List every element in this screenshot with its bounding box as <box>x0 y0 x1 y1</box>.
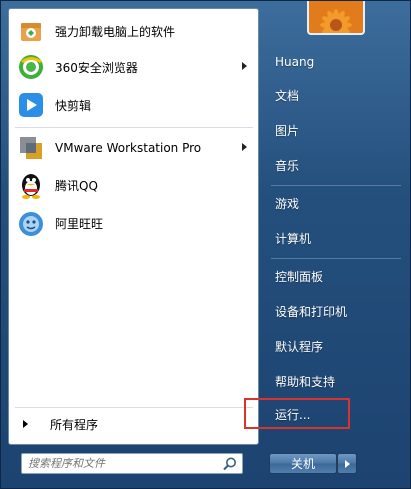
program-label: 360安全浏览器 <box>55 60 138 75</box>
programs-pane: 强力卸载电脑上的软件 360安全浏览器 快剪辑 VMware Workstati… <box>8 8 259 445</box>
link-documents[interactable]: 文档 <box>267 82 405 109</box>
program-video-editor[interactable]: 快剪辑 <box>13 87 255 123</box>
360-browser-icon <box>16 52 46 82</box>
link-label: Huang <box>275 54 315 69</box>
program-qq[interactable]: 腾讯QQ <box>13 167 255 203</box>
uninstaller-icon <box>16 16 46 46</box>
chevron-right-icon <box>344 459 350 468</box>
shutdown-button[interactable]: 关机 <box>269 453 337 474</box>
submenu-arrow-icon[interactable] <box>242 62 247 70</box>
shutdown-label: 关机 <box>290 457 315 471</box>
program-label: 快剪辑 <box>55 98 92 113</box>
aliwangwang-icon <box>16 208 46 238</box>
program-aliwangwang[interactable]: 阿里旺旺 <box>13 205 255 241</box>
avatar[interactable] <box>307 1 365 35</box>
link-label: 计算机 <box>275 232 312 246</box>
start-menu: 强力卸载电脑上的软件 360安全浏览器 快剪辑 VMware Workstati… <box>0 0 411 489</box>
link-label: 控制面板 <box>275 270 324 284</box>
shutdown-options-button[interactable] <box>337 453 357 474</box>
divider <box>271 258 401 259</box>
link-label: 设备和打印机 <box>275 305 348 319</box>
link-label: 图片 <box>275 124 300 138</box>
program-360-browser[interactable]: 360安全浏览器 <box>13 49 255 85</box>
highlight-box <box>244 398 350 429</box>
link-computer[interactable]: 计算机 <box>267 225 405 252</box>
link-user[interactable]: Huang <box>267 48 405 75</box>
divider <box>271 185 401 186</box>
link-pictures[interactable]: 图片 <box>267 117 405 144</box>
link-label: 游戏 <box>275 197 300 211</box>
link-label: 默认程序 <box>275 340 324 354</box>
divider <box>15 127 253 128</box>
link-music[interactable]: 音乐 <box>267 152 405 179</box>
link-games[interactable]: 游戏 <box>267 190 405 217</box>
program-label: 腾讯QQ <box>55 178 98 193</box>
qq-penguin-icon <box>16 170 46 200</box>
vmware-icon <box>16 133 46 163</box>
search-box[interactable] <box>21 453 243 474</box>
search-icon[interactable] <box>222 456 238 472</box>
submenu-arrow-icon[interactable] <box>242 143 247 151</box>
link-label: 音乐 <box>275 159 300 173</box>
all-programs-label: 所有程序 <box>50 417 99 432</box>
divider <box>15 407 253 408</box>
all-programs-button[interactable]: 所有程序 <box>17 412 253 436</box>
expand-arrow-icon <box>23 420 28 428</box>
video-editor-icon <box>16 90 46 120</box>
program-uninstaller[interactable]: 强力卸载电脑上的软件 <box>13 13 255 49</box>
link-devices-printers[interactable]: 设备和打印机 <box>267 298 405 325</box>
link-label: 文档 <box>275 89 300 103</box>
program-vmware[interactable]: VMware Workstation Pro <box>13 130 255 166</box>
link-default-programs[interactable]: 默认程序 <box>267 333 405 360</box>
program-label: VMware Workstation Pro <box>55 141 202 155</box>
program-label: 阿里旺旺 <box>55 216 104 231</box>
link-help-support[interactable]: 帮助和支持 <box>267 368 405 395</box>
program-label: 强力卸载电脑上的软件 <box>55 24 176 39</box>
link-label: 帮助和支持 <box>275 375 336 389</box>
search-input[interactable] <box>22 454 218 473</box>
link-control-panel[interactable]: 控制面板 <box>267 263 405 290</box>
